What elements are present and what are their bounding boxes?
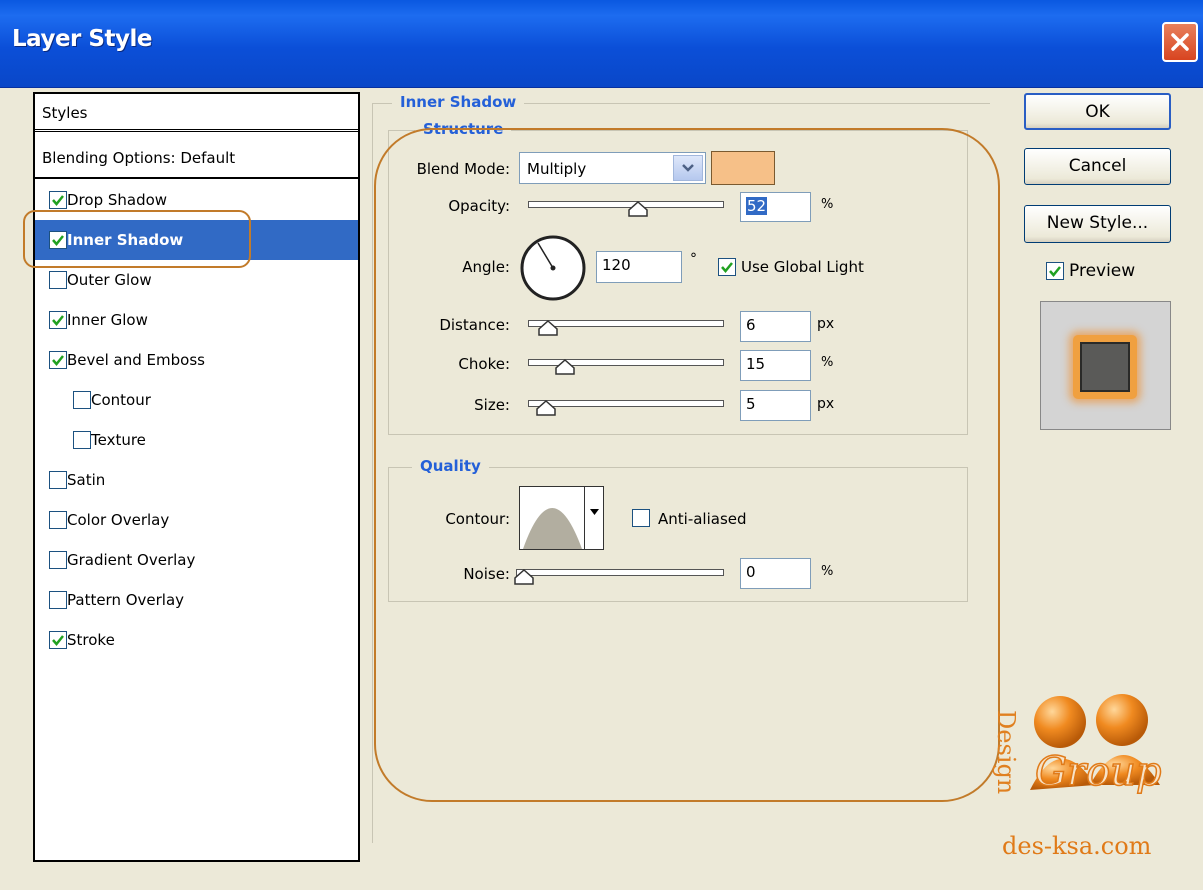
style-item-label: Bevel and Emboss: [67, 351, 205, 369]
style-item-pattern-overlay[interactable]: Pattern Overlay: [35, 580, 358, 620]
style-item-label: Stroke: [67, 631, 115, 649]
style-checkbox[interactable]: [49, 191, 67, 209]
style-item-color-overlay[interactable]: Color Overlay: [35, 500, 358, 540]
style-checkbox[interactable]: [49, 511, 67, 529]
style-checkbox[interactable]: [49, 551, 67, 569]
checkmark-icon: [52, 355, 64, 366]
styles-panel: Styles Blending Options: Default Drop Sh…: [33, 92, 360, 862]
style-item-label: Satin: [67, 471, 106, 489]
style-checkbox[interactable]: [73, 391, 91, 409]
style-item-inner-glow[interactable]: Inner Glow: [35, 300, 358, 340]
title-bar[interactable]: Layer Style: [0, 0, 1203, 88]
style-item-label: Drop Shadow: [67, 191, 168, 209]
styles-header[interactable]: Styles: [35, 94, 358, 132]
style-checkbox[interactable]: [73, 431, 91, 449]
style-item-label: Texture: [91, 431, 146, 449]
style-checkbox[interactable]: [49, 351, 67, 369]
style-checkbox[interactable]: [49, 311, 67, 329]
svg-text:Group: Group: [1035, 749, 1162, 795]
preview-swatch: [1073, 335, 1137, 399]
cancel-button[interactable]: Cancel: [1024, 148, 1171, 185]
style-item-texture[interactable]: Texture: [35, 420, 358, 460]
close-button[interactable]: [1162, 22, 1198, 62]
checkmark-icon: [52, 635, 64, 646]
style-item-bevel-and-emboss[interactable]: Bevel and Emboss: [35, 340, 358, 380]
style-item-label: Pattern Overlay: [67, 591, 185, 609]
style-item-stroke[interactable]: Stroke: [35, 620, 358, 660]
style-item-label: Color Overlay: [67, 511, 170, 529]
style-item-label: Contour: [91, 391, 151, 409]
style-item-label: Outer Glow: [67, 271, 152, 289]
watermark-logo: Design Group des-ksa.com: [990, 690, 1190, 870]
style-item-satin[interactable]: Satin: [35, 460, 358, 500]
style-checkbox[interactable]: [49, 471, 67, 489]
checkmark-icon: [52, 195, 64, 206]
inner-shadow-title: Inner Shadow: [392, 93, 525, 111]
inner-shadow-highlight: [23, 210, 251, 268]
checkmark-icon: [1049, 266, 1061, 277]
style-item-label: Inner Glow: [67, 311, 148, 329]
preview-checkbox[interactable]: [1046, 262, 1064, 280]
ok-button[interactable]: OK: [1024, 93, 1171, 130]
preview-label[interactable]: Preview: [1069, 261, 1135, 281]
new-style-button[interactable]: New Style...: [1024, 205, 1171, 243]
style-item-label: Gradient Overlay: [67, 551, 196, 569]
style-checkbox[interactable]: [49, 631, 67, 649]
style-checkbox[interactable]: [49, 591, 67, 609]
blending-options-item[interactable]: Blending Options: Default: [35, 137, 358, 179]
svg-text:Design: Design: [992, 710, 1020, 794]
style-checkbox[interactable]: [49, 271, 67, 289]
style-preview: [1040, 301, 1171, 430]
style-item-gradient-overlay[interactable]: Gradient Overlay: [35, 540, 358, 580]
close-icon: [1171, 33, 1189, 51]
window-title: Layer Style: [12, 26, 152, 52]
settings-highlight: [374, 128, 1000, 802]
style-item-contour[interactable]: Contour: [35, 380, 358, 420]
checkmark-icon: [52, 315, 64, 326]
watermark-site: des-ksa.com: [1002, 832, 1152, 860]
